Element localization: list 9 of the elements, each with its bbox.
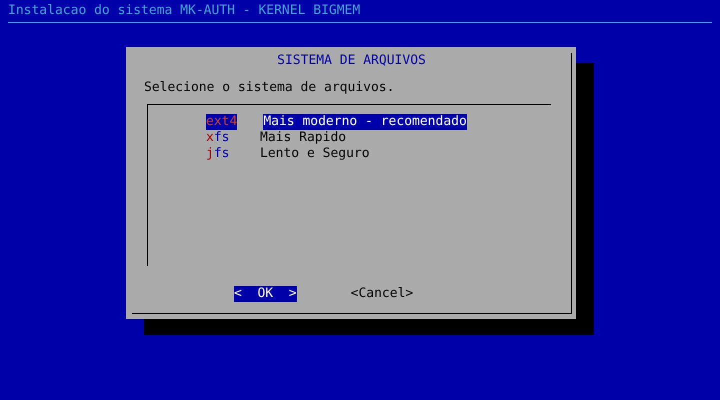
dialog-button[interactable]: < OK > (234, 286, 297, 302)
dialog-button[interactable]: <Cancel> (350, 286, 414, 302)
menu-tag[interactable]: xfs (206, 130, 242, 146)
menu-item[interactable]: Lento e Seguro (260, 146, 370, 162)
menu-item[interactable]: Mais moderno - recomendado (263, 114, 467, 130)
backtitle: Instalacao do sistema MK-AUTH - KERNEL BIGMEM (7, 2, 362, 19)
prompt-text: Selecione o sistema de arquivos. (144, 80, 396, 96)
menu-item[interactable]: Mais Rapido (260, 130, 346, 146)
dialog-title: SISTEMA DE ARQUIVOS (276, 53, 427, 69)
